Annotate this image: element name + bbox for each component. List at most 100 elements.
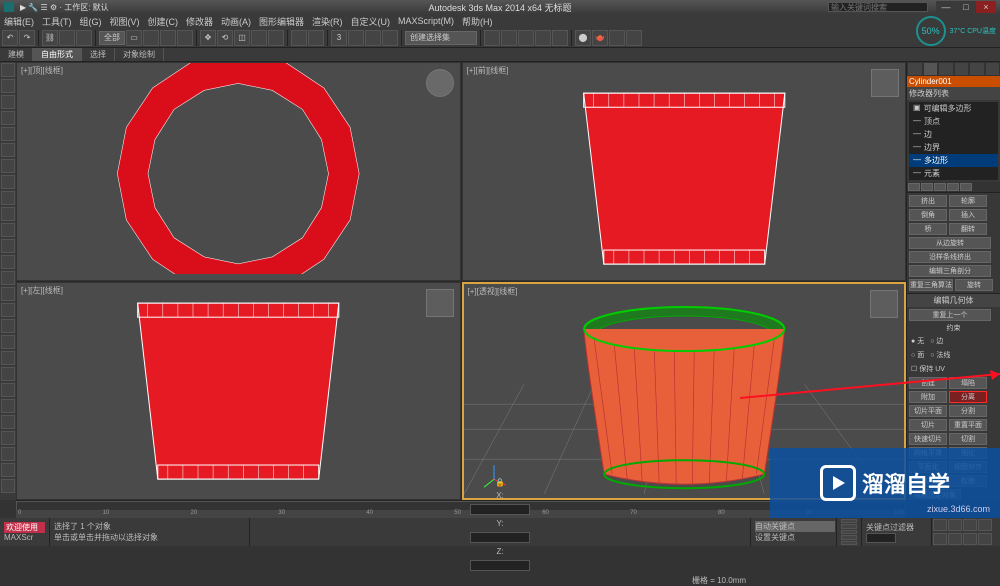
stack-config-icon[interactable] [960,183,972,191]
lt-icon-22[interactable] [1,399,15,413]
zoom-all-icon[interactable] [933,533,947,545]
radio-none[interactable]: ● 无 [911,336,924,346]
schematic-icon[interactable] [552,30,568,46]
radio-normal[interactable]: ○ 法线 [930,350,950,360]
btn-quickslice[interactable]: 快速切片 [909,433,947,445]
lt-icon-1[interactable] [1,63,15,77]
menu-group[interactable]: 组(G) [80,15,102,28]
lt-icon-10[interactable] [1,207,15,221]
btn-slice-plane[interactable]: 切片平面 [909,405,947,417]
radio-edge[interactable]: ○ 边 [930,336,943,346]
menu-help[interactable]: 帮助(H) [462,15,493,28]
btn-extrude-spline[interactable]: 沿样条线挤出 [909,251,991,263]
lt-icon-9[interactable] [1,191,15,205]
lt-icon-12[interactable] [1,239,15,253]
btn-cut[interactable]: 切割 [949,433,987,445]
lt-icon-27[interactable] [1,479,15,493]
btn-edit-tri[interactable]: 编辑三角剖分 [909,265,991,277]
material-editor-icon[interactable]: ⬤ [575,30,591,46]
btn-hinge[interactable]: 从边旋转 [909,237,991,249]
lt-icon-13[interactable] [1,255,15,269]
goto-start-icon[interactable] [841,519,857,523]
lt-icon-5[interactable] [1,127,15,141]
btn-flip[interactable]: 翻转 [949,223,987,235]
lt-icon-19[interactable] [1,351,15,365]
auto-key-button[interactable]: 自动关键点 [755,521,835,532]
lt-icon-4[interactable] [1,111,15,125]
viewport-top[interactable]: [+][顶][线框] [16,62,461,281]
menu-grapheditors[interactable]: 图形编辑器 [259,15,304,28]
lock-icon[interactable]: 🔒 [495,478,505,487]
cmd-tab-hierarchy-icon[interactable] [938,62,954,76]
cmd-tab-motion-icon[interactable] [954,62,970,76]
lt-icon-24[interactable] [1,431,15,445]
help-search[interactable] [828,2,928,13]
cmd-tab-utilities-icon[interactable] [985,62,1000,76]
btn-collapse[interactable]: 塌陷 [949,377,987,389]
btn-inset[interactable]: 插入 [949,209,987,221]
menu-tools[interactable]: 工具(T) [42,15,72,28]
btn-bridge[interactable]: 桥 [909,223,947,235]
viewport-left[interactable]: [+][左][线框] [16,282,461,501]
lt-icon-25[interactable] [1,447,15,461]
lt-icon-14[interactable] [1,271,15,285]
stack-unique-icon[interactable] [934,183,946,191]
menu-create[interactable]: 创建(C) [148,15,179,28]
select-icon[interactable]: ▭ [126,30,142,46]
check-preserve-uv[interactable]: ☐ 保持 UV [909,363,998,375]
menu-animation[interactable]: 动画(A) [221,15,251,28]
curve-editor-icon[interactable] [535,30,551,46]
lt-icon-3[interactable] [1,95,15,109]
window-close-button[interactable]: × [976,1,996,13]
scale-icon[interactable]: ◫ [234,30,250,46]
select-name-icon[interactable] [143,30,159,46]
btn-outline[interactable]: 轮廓 [949,195,987,207]
link-icon[interactable]: ⛓ [42,30,58,46]
window-min-button[interactable]: — [936,1,956,13]
lt-icon-2[interactable] [1,79,15,93]
menu-modifiers[interactable]: 修改器 [186,15,213,28]
stack-pin-icon[interactable] [908,183,920,191]
modifier-stack[interactable]: ▣可编辑多边形 —顶点 —边 —边界 —多边形 —元素 [909,102,998,180]
z-input[interactable] [470,560,530,571]
menu-maxscript[interactable]: MAXScript(M) [398,16,454,26]
cmd-tab-display-icon[interactable] [969,62,985,76]
zoom-ext-icon[interactable] [963,519,977,531]
select-region-icon[interactable] [160,30,176,46]
x-input[interactable] [470,504,530,515]
lt-icon-8[interactable] [1,175,15,189]
named-sel-dropdown[interactable]: 创建选择集 [405,31,477,45]
radio-face[interactable]: ○ 面 [911,350,924,360]
menu-custom[interactable]: 自定义(U) [351,15,391,28]
undo-icon[interactable]: ↶ [2,30,18,46]
btn-create[interactable]: 创建 [909,377,947,389]
keyboard-icon[interactable] [308,30,324,46]
snap-icon[interactable]: 3 [331,30,347,46]
lt-icon-11[interactable] [1,223,15,237]
lt-icon-6[interactable] [1,143,15,157]
nav-icon[interactable] [978,533,992,545]
lt-icon-17[interactable] [1,319,15,333]
ribbon-tab-selection[interactable]: 选择 [82,48,115,61]
stack-item-editpoly[interactable]: ▣可编辑多边形 [909,102,998,115]
layers-icon[interactable] [518,30,534,46]
render-frame-icon[interactable] [609,30,625,46]
zoom-icon[interactable] [948,519,962,531]
manip-icon[interactable] [291,30,307,46]
btn-split[interactable]: 分割 [949,405,987,417]
lt-icon-23[interactable] [1,415,15,429]
lt-icon-15[interactable] [1,287,15,301]
btn-repeat-last[interactable]: 重复上一个 [909,309,991,321]
maxscript-label[interactable]: MAXScr [4,533,45,542]
btn-turn[interactable]: 旋转 [955,279,993,291]
selection-filter-dropdown[interactable]: 全部 [99,31,125,45]
max-toggle-icon[interactable] [963,533,977,545]
spinner-snap-icon[interactable] [382,30,398,46]
cmd-tab-create-icon[interactable] [907,62,923,76]
help-search-input[interactable] [828,2,928,12]
lt-icon-16[interactable] [1,303,15,317]
stack-remove-icon[interactable] [947,183,959,191]
lt-icon-21[interactable] [1,383,15,397]
align-icon[interactable] [501,30,517,46]
lt-icon-7[interactable] [1,159,15,173]
